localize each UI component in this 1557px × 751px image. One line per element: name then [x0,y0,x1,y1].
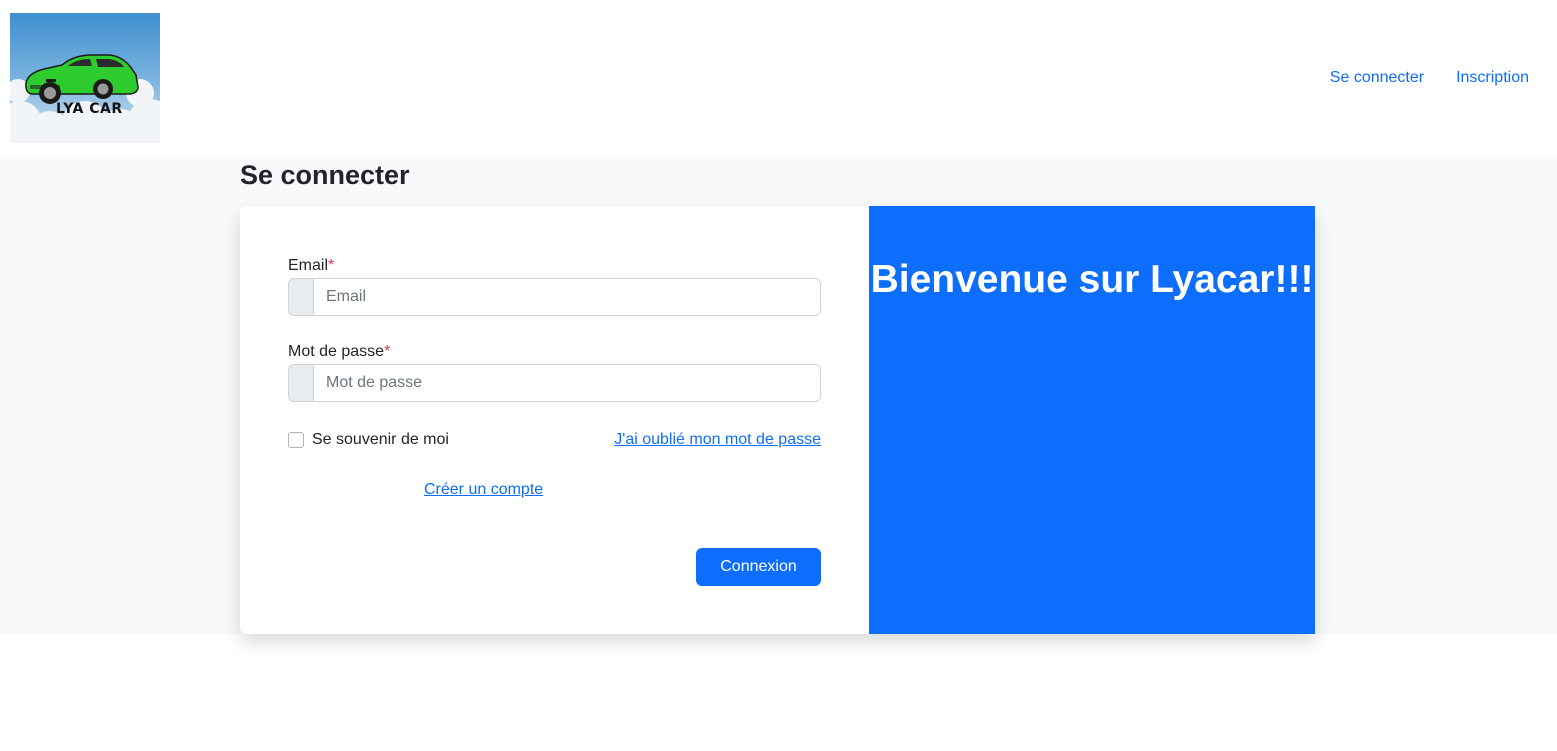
email-input[interactable] [314,279,820,315]
email-label: Email* [288,256,334,276]
email-label-text: Email [288,257,329,274]
top-nav: Se connecter Inscription [1330,68,1529,88]
car-logo-image [10,13,160,143]
logo-text: LYA CAR [56,101,123,117]
welcome-panel: Bienvenue sur Lyacar!!! [869,206,1315,634]
create-account-link[interactable]: Créer un compte [424,480,543,500]
remember-me-checkbox[interactable] [288,432,304,448]
remember-me: Se souvenir de moi [288,430,449,450]
lya-car-logo[interactable]: LYA CAR [10,13,160,143]
password-required-mark: * [384,343,391,360]
email-addon [289,279,314,315]
nav-login-link[interactable]: Se connecter [1330,68,1424,88]
forgot-password-link[interactable]: J'ai oublié mon mot de passe [614,430,821,450]
welcome-heading: Bienvenue sur Lyacar!!! [870,258,1314,301]
site-header: LYA CAR Se connecter Inscription [0,0,1557,156]
remember-me-label[interactable]: Se souvenir de moi [312,430,449,450]
email-required-mark: * [328,257,335,274]
login-form: Email* Mot de passe* Se souvenir de moi … [240,206,869,634]
password-addon [289,365,314,401]
password-label-text: Mot de passe [288,343,385,360]
nav-signup-link[interactable]: Inscription [1456,68,1529,88]
login-card: Email* Mot de passe* Se souvenir de moi … [240,206,1315,634]
password-input-group [288,364,821,402]
email-input-group [288,278,821,316]
password-label: Mot de passe* [288,342,390,362]
page-title: Se connecter [240,160,410,190]
password-input[interactable] [314,365,820,401]
login-button[interactable]: Connexion [696,548,821,586]
